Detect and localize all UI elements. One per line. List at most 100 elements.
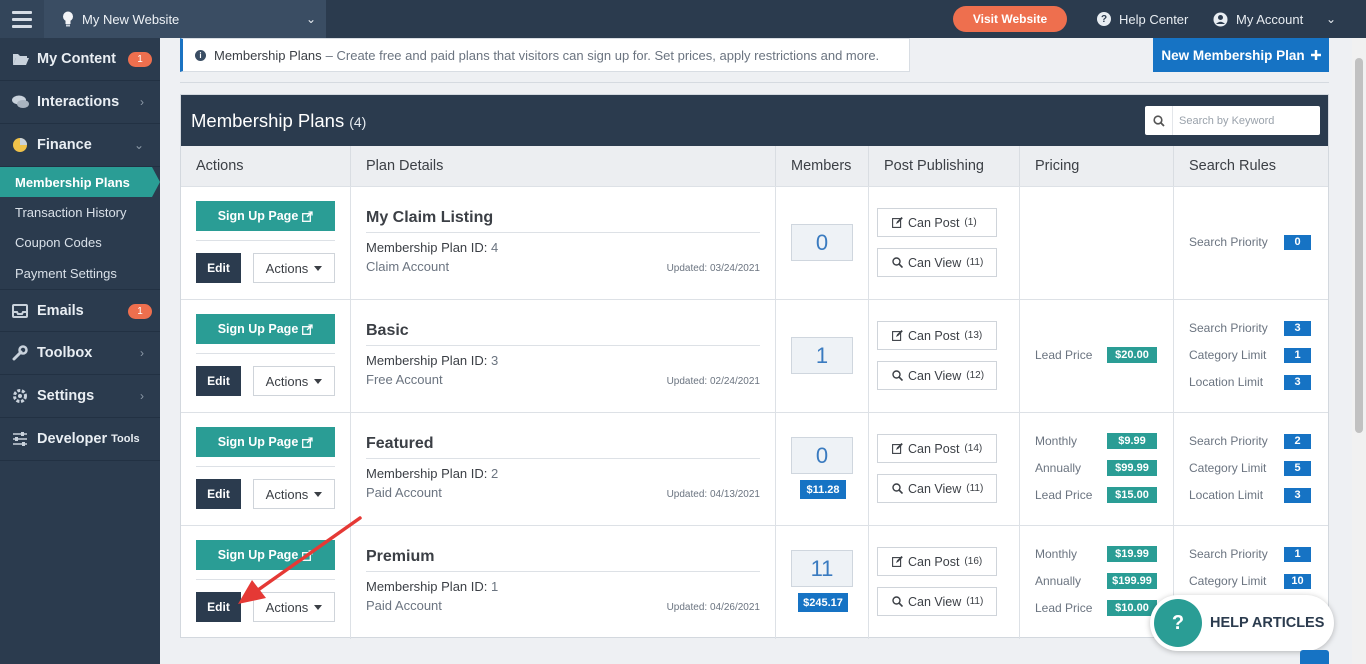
- column-header: Plan Details: [351, 146, 776, 186]
- my-account-menu[interactable]: My Account: [1213, 0, 1303, 38]
- divider: [180, 82, 1329, 83]
- rule-value: 0: [1284, 234, 1311, 250]
- plan-id-label: Membership Plan ID:: [366, 353, 488, 368]
- can-view-count: (12): [966, 370, 985, 381]
- divider: [196, 240, 335, 241]
- sidebar-item-finance[interactable]: Finance ⌄: [0, 124, 160, 167]
- edit-icon: [892, 217, 903, 228]
- pie-chart-icon: [11, 136, 29, 154]
- plan-id: Membership Plan ID: 1: [366, 579, 498, 594]
- can-post-button[interactable]: Can Post (14): [877, 434, 997, 463]
- sidebar-item-label: Emails: [37, 302, 84, 319]
- signup-label: Sign Up Page: [217, 322, 299, 336]
- edit-button[interactable]: Edit: [196, 479, 241, 509]
- sidebar-subitem-coupon-codes[interactable]: Coupon Codes: [0, 227, 160, 257]
- can-view-button[interactable]: Can View (11): [877, 587, 997, 616]
- external-link-icon: [302, 210, 313, 222]
- plan-id-value: 2: [491, 466, 499, 481]
- rule-value: 3: [1284, 320, 1311, 336]
- sidebar-item-developer-tools[interactable]: Developer Tools: [0, 418, 160, 461]
- can-post-button[interactable]: Can Post (16): [877, 547, 997, 576]
- signup-page-button[interactable]: Sign Up Page: [196, 314, 335, 344]
- plan-type: Paid Account: [366, 485, 442, 500]
- divider: [196, 353, 335, 354]
- visit-website-button[interactable]: Visit Website: [953, 6, 1067, 32]
- signup-label: Sign Up Page: [217, 548, 299, 562]
- website-name: My New Website: [82, 11, 180, 27]
- signup-page-button[interactable]: Sign Up Page: [196, 427, 335, 457]
- sidebar-subitem-payment-settings[interactable]: Payment Settings: [0, 257, 160, 289]
- sidebar-item-interactions[interactable]: Interactions ›: [0, 81, 160, 124]
- help-articles-label: HELP ARTICLES: [1210, 615, 1325, 631]
- sidebar-item-label: Interactions: [37, 94, 120, 110]
- can-view-button[interactable]: Can View (11): [877, 248, 997, 277]
- can-post-label: Can Post: [908, 215, 960, 230]
- member-count[interactable]: 11: [791, 550, 853, 587]
- search-icon: [892, 596, 903, 607]
- keyword-search: [1145, 106, 1320, 135]
- menu-toggle-button[interactable]: [0, 0, 44, 38]
- sidebar-item-settings[interactable]: Settings ›: [0, 375, 160, 418]
- hamburger-icon-line: [12, 24, 32, 28]
- actions-dropdown[interactable]: Actions: [253, 366, 335, 396]
- members-cell: 0: [776, 187, 869, 300]
- search-rule: Search Priority 1: [1189, 545, 1311, 563]
- plan-id-label: Membership Plan ID:: [366, 579, 488, 594]
- help-articles-button[interactable]: ? HELP ARTICLES: [1150, 595, 1334, 651]
- price-label: Monthly: [1035, 434, 1078, 448]
- edit-button[interactable]: Edit: [196, 592, 241, 622]
- plan-type: Free Account: [366, 372, 443, 387]
- signup-page-button[interactable]: Sign Up Page: [196, 201, 335, 231]
- price-value: $10.00: [1107, 600, 1157, 616]
- sidebar-item-suffix: Tools: [111, 433, 140, 445]
- panel-title: Membership Plans: [191, 109, 345, 131]
- scroll-top-button[interactable]: [1300, 650, 1329, 664]
- chevron-right-icon: ›: [140, 389, 144, 403]
- edit-button[interactable]: Edit: [196, 366, 241, 396]
- edit-icon: [892, 330, 903, 341]
- page-scrollbar[interactable]: [1352, 38, 1366, 664]
- wrench-icon: [11, 344, 29, 362]
- column-header: Search Rules: [1189, 158, 1277, 174]
- member-count[interactable]: 0: [791, 437, 853, 474]
- actions-dropdown[interactable]: Actions: [253, 253, 335, 283]
- can-view-count: (11): [966, 596, 984, 607]
- price-value: $9.99: [1107, 433, 1157, 449]
- can-view-button[interactable]: Can View (12): [877, 361, 997, 390]
- signup-page-button[interactable]: Sign Up Page: [196, 540, 335, 570]
- plan-id-label: Membership Plan ID:: [366, 240, 488, 255]
- divider: [196, 579, 335, 580]
- post-publishing-cell: Can Post (16) Can View (11): [869, 526, 1020, 639]
- plan-updated: Updated: 02/24/2021: [666, 376, 760, 387]
- can-post-button[interactable]: Can Post (13): [877, 321, 997, 350]
- website-selector[interactable]: My New Website ⌄: [44, 0, 326, 38]
- plan-name: Featured: [366, 435, 434, 452]
- can-post-button[interactable]: Can Post (1): [877, 208, 997, 237]
- sidebar-item-label: Settings: [37, 388, 95, 404]
- sidebar-subitem-membership-plans[interactable]: Membership Plans: [0, 167, 160, 197]
- scrollbar-thumb[interactable]: [1355, 58, 1363, 433]
- table-row: Sign Up Page Edit Actions Featured Membe…: [181, 412, 1328, 526]
- actions-cell: Sign Up Page Edit Actions: [181, 413, 351, 526]
- plan-updated: Updated: 03/24/2021: [666, 263, 760, 274]
- edit-button[interactable]: Edit: [196, 253, 241, 283]
- search-icon[interactable]: [1145, 106, 1173, 135]
- search-rules-cell: Search Priority 3 Category Limit 1 Locatio…: [1174, 300, 1328, 413]
- sidebar-item-emails[interactable]: Emails 1: [0, 289, 160, 332]
- search-icon: [892, 483, 903, 494]
- plan-id: Membership Plan ID: 4: [366, 240, 498, 255]
- new-membership-plan-button[interactable]: New Membership Plan: [1153, 38, 1329, 72]
- sidebar-item-toolbox[interactable]: Toolbox ›: [0, 332, 160, 375]
- can-view-button[interactable]: Can View (11): [877, 474, 997, 503]
- info-title: Membership Plans: [214, 47, 322, 63]
- member-count[interactable]: 1: [791, 337, 853, 374]
- help-center-link[interactable]: ? Help Center: [1097, 0, 1188, 38]
- chevron-down-icon[interactable]: ⌄: [1326, 12, 1336, 26]
- sidebar-subitem-transaction-history[interactable]: Transaction History: [0, 197, 160, 227]
- actions-dropdown[interactable]: Actions: [253, 592, 335, 622]
- actions-dropdown[interactable]: Actions: [253, 479, 335, 509]
- member-count[interactable]: 0: [791, 224, 853, 261]
- price-item: Lead Price $10.00: [1035, 599, 1157, 617]
- sidebar-item-my-content[interactable]: My Content 1: [0, 38, 160, 81]
- search-input[interactable]: [1173, 114, 1313, 127]
